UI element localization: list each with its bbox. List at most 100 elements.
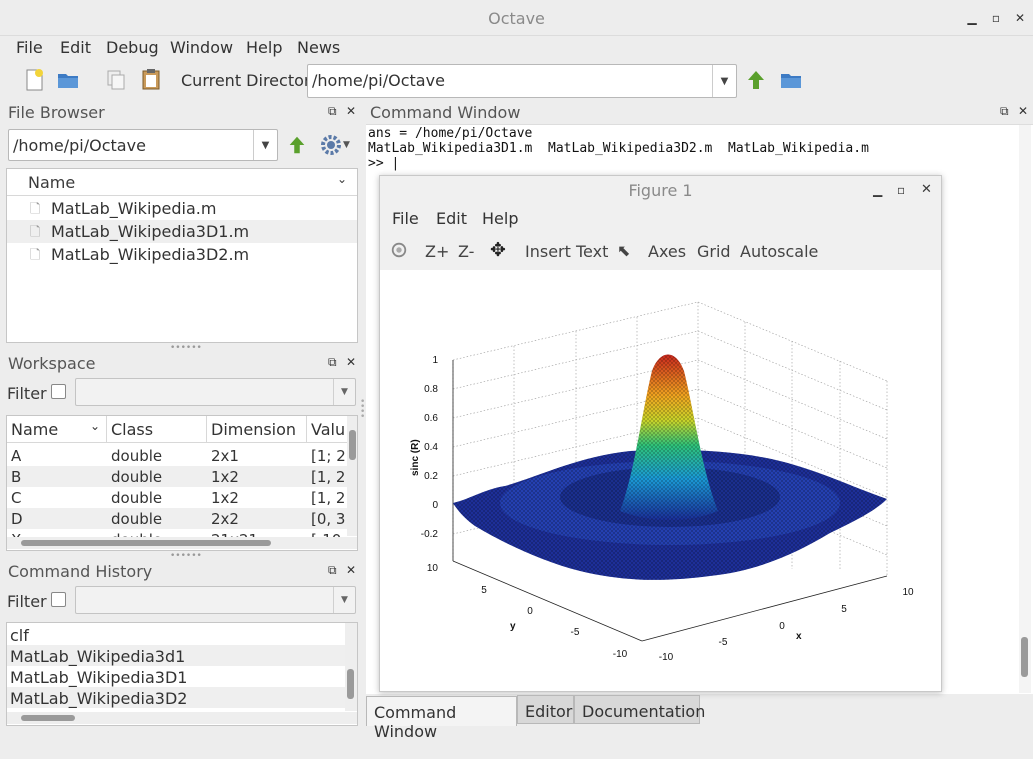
parent-directory-icon[interactable] <box>744 68 768 92</box>
browse-directory-icon[interactable] <box>779 68 803 92</box>
menu-help[interactable]: Help <box>246 38 282 57</box>
menu-window[interactable]: Window <box>170 38 233 57</box>
command-prompt[interactable]: >> | <box>368 156 399 171</box>
workspace-filter-checkbox[interactable] <box>51 384 66 399</box>
surface-plot[interactable]: 1 0.8 0.6 0.4 0.2 0 -0.2 10 5 0 -5 -10 -… <box>380 271 941 691</box>
file-icon: 🗋 <box>30 225 41 240</box>
scrollbar-thumb[interactable] <box>349 430 356 460</box>
table-row[interactable]: Bdouble 1x2 [1, 2] <box>7 466 347 487</box>
table-row[interactable]: Ddouble 2x2 [0, 3; <box>7 508 347 529</box>
history-filter-input[interactable]: ▼ <box>75 586 356 614</box>
tab-editor[interactable]: Editor <box>517 695 574 724</box>
paste-icon[interactable] <box>139 67 163 91</box>
undock-icon[interactable]: ⧉ <box>328 563 337 578</box>
list-item[interactable]: 🗋 MatLab_Wikipedia3D1.m <box>7 220 357 243</box>
axes-button[interactable]: Axes <box>648 242 686 261</box>
table-cell: double <box>111 489 163 507</box>
grid-button[interactable]: Grid <box>697 242 731 261</box>
vertical-scrollbar[interactable] <box>347 416 357 536</box>
chevron-down-icon[interactable]: ▼ <box>712 65 736 97</box>
horizontal-scrollbar[interactable] <box>7 537 357 549</box>
table-cell: [0, 3; <box>311 510 345 528</box>
rotate-icon[interactable] <box>390 241 408 259</box>
menu-edit[interactable]: Edit <box>60 38 91 57</box>
close-icon[interactable]: ✕ <box>346 355 356 369</box>
gear-icon[interactable] <box>319 133 343 157</box>
column-class[interactable]: Class <box>107 416 207 443</box>
close-icon[interactable]: ✕ <box>1012 10 1028 26</box>
parent-directory-icon[interactable] <box>286 134 308 156</box>
menu-news[interactable]: News <box>297 38 340 57</box>
table-row[interactable]: Cdouble 1x2 [1, 2] <box>7 487 347 508</box>
close-icon[interactable]: ✕ <box>346 104 356 118</box>
open-folder-icon[interactable] <box>56 68 80 92</box>
splitter-handle[interactable]: •••••• <box>170 551 202 561</box>
history-command: clf <box>10 626 29 645</box>
maximize-icon[interactable]: ▫ <box>988 10 1004 26</box>
menu-debug[interactable]: Debug <box>106 38 159 57</box>
column-dimension[interactable]: Dimension <box>207 416 307 443</box>
list-item[interactable]: MatLab_Wikipedia3D2 <box>7 687 357 708</box>
chevron-down-icon[interactable]: ▼ <box>253 130 277 160</box>
command-history-list: clf MatLab_Wikipedia3d1 MatLab_Wikipedia… <box>6 622 358 726</box>
table-cell: 2x2 <box>211 510 239 528</box>
minimize-icon[interactable]: ▁ <box>873 183 882 197</box>
figure-menu-edit[interactable]: Edit <box>436 209 467 228</box>
z-tick-label: 1 <box>432 355 438 366</box>
chevron-down-icon[interactable]: ▼ <box>333 587 355 613</box>
horizontal-scrollbar[interactable] <box>7 712 357 724</box>
figure-menu-file[interactable]: File <box>392 209 419 228</box>
figure-window: Figure 1 ▁ ▫ ✕ File Edit Help Z+ Z- ✥ In… <box>379 175 942 692</box>
close-icon[interactable]: ✕ <box>921 182 932 197</box>
column-value[interactable]: Valu <box>307 416 347 443</box>
workspace-table: Name ⌄ Class Dimension Valu Adouble 2x1 [1;… <box>6 415 358 551</box>
insert-text-button[interactable]: Insert Text <box>525 242 608 261</box>
splitter-handle[interactable]: •••••• <box>170 343 202 353</box>
maximize-icon[interactable]: ▫ <box>897 183 905 197</box>
list-item[interactable]: MatLab_Wikipedia3d1 <box>7 645 357 666</box>
undock-icon[interactable]: ⧉ <box>328 355 337 370</box>
close-icon[interactable]: ✕ <box>1018 104 1028 118</box>
table-cell: A <box>11 447 22 465</box>
zoom-out-button[interactable]: Z- <box>458 242 474 261</box>
pan-icon[interactable]: ✥ <box>490 239 506 261</box>
list-item[interactable]: 🗋 MatLab_Wikipedia3D2.m <box>7 243 357 266</box>
column-name[interactable]: Name ⌄ <box>7 416 107 443</box>
new-file-icon[interactable] <box>22 68 46 92</box>
workspace-filter-input[interactable]: ▼ <box>75 378 356 406</box>
select-pointer-icon[interactable]: ⬉ <box>617 241 630 260</box>
file-list-header[interactable]: Name ⌄ <box>7 169 357 196</box>
autoscale-button[interactable]: Autoscale <box>740 242 818 261</box>
current-directory-combo[interactable]: /home/pi/Octave ▼ <box>307 64 737 98</box>
scrollbar-thumb[interactable] <box>347 669 354 699</box>
chevron-down-icon[interactable]: ▼ <box>343 140 350 150</box>
vertical-scrollbar[interactable] <box>345 623 357 711</box>
menu-file[interactable]: File <box>16 38 43 57</box>
scrollbar-thumb[interactable] <box>1021 637 1028 677</box>
tab-documentation[interactable]: Documentation <box>574 695 705 724</box>
vertical-scrollbar[interactable] <box>1019 125 1031 693</box>
list-item[interactable]: 🗋 MatLab_Wikipedia.m <box>7 197 357 220</box>
history-filter-checkbox[interactable] <box>51 592 66 607</box>
list-item[interactable]: MatLab_Wikipedia3D1 <box>7 666 357 687</box>
tab-command-window[interactable]: Command Window <box>366 696 517 741</box>
chevron-down-icon[interactable]: ▼ <box>333 379 355 405</box>
zoom-in-button[interactable]: Z+ <box>425 242 449 261</box>
column-name[interactable]: Name <box>28 173 75 192</box>
minimize-icon[interactable]: ▁ <box>964 10 980 26</box>
table-row[interactable]: Adouble 2x1 [1; 2] <box>7 445 347 466</box>
window-title: Octave <box>488 9 545 28</box>
copy-icon[interactable] <box>104 68 128 92</box>
scrollbar-thumb[interactable] <box>21 715 75 721</box>
undock-icon[interactable]: ⧉ <box>1000 104 1009 119</box>
undock-icon[interactable]: ⧉ <box>328 104 337 119</box>
list-item[interactable]: clf <box>7 624 357 645</box>
figure-menu-help[interactable]: Help <box>482 209 518 228</box>
close-icon[interactable]: ✕ <box>346 563 356 577</box>
file-browser-path: /home/pi/Octave <box>13 136 146 155</box>
scrollbar-thumb[interactable] <box>21 540 271 546</box>
z-tick-label: 0.2 <box>424 471 438 482</box>
command-window-title: Command Window <box>370 103 521 122</box>
file-browser-path-combo[interactable]: /home/pi/Octave ▼ <box>8 129 278 161</box>
command-history-title: Command History <box>8 562 153 581</box>
